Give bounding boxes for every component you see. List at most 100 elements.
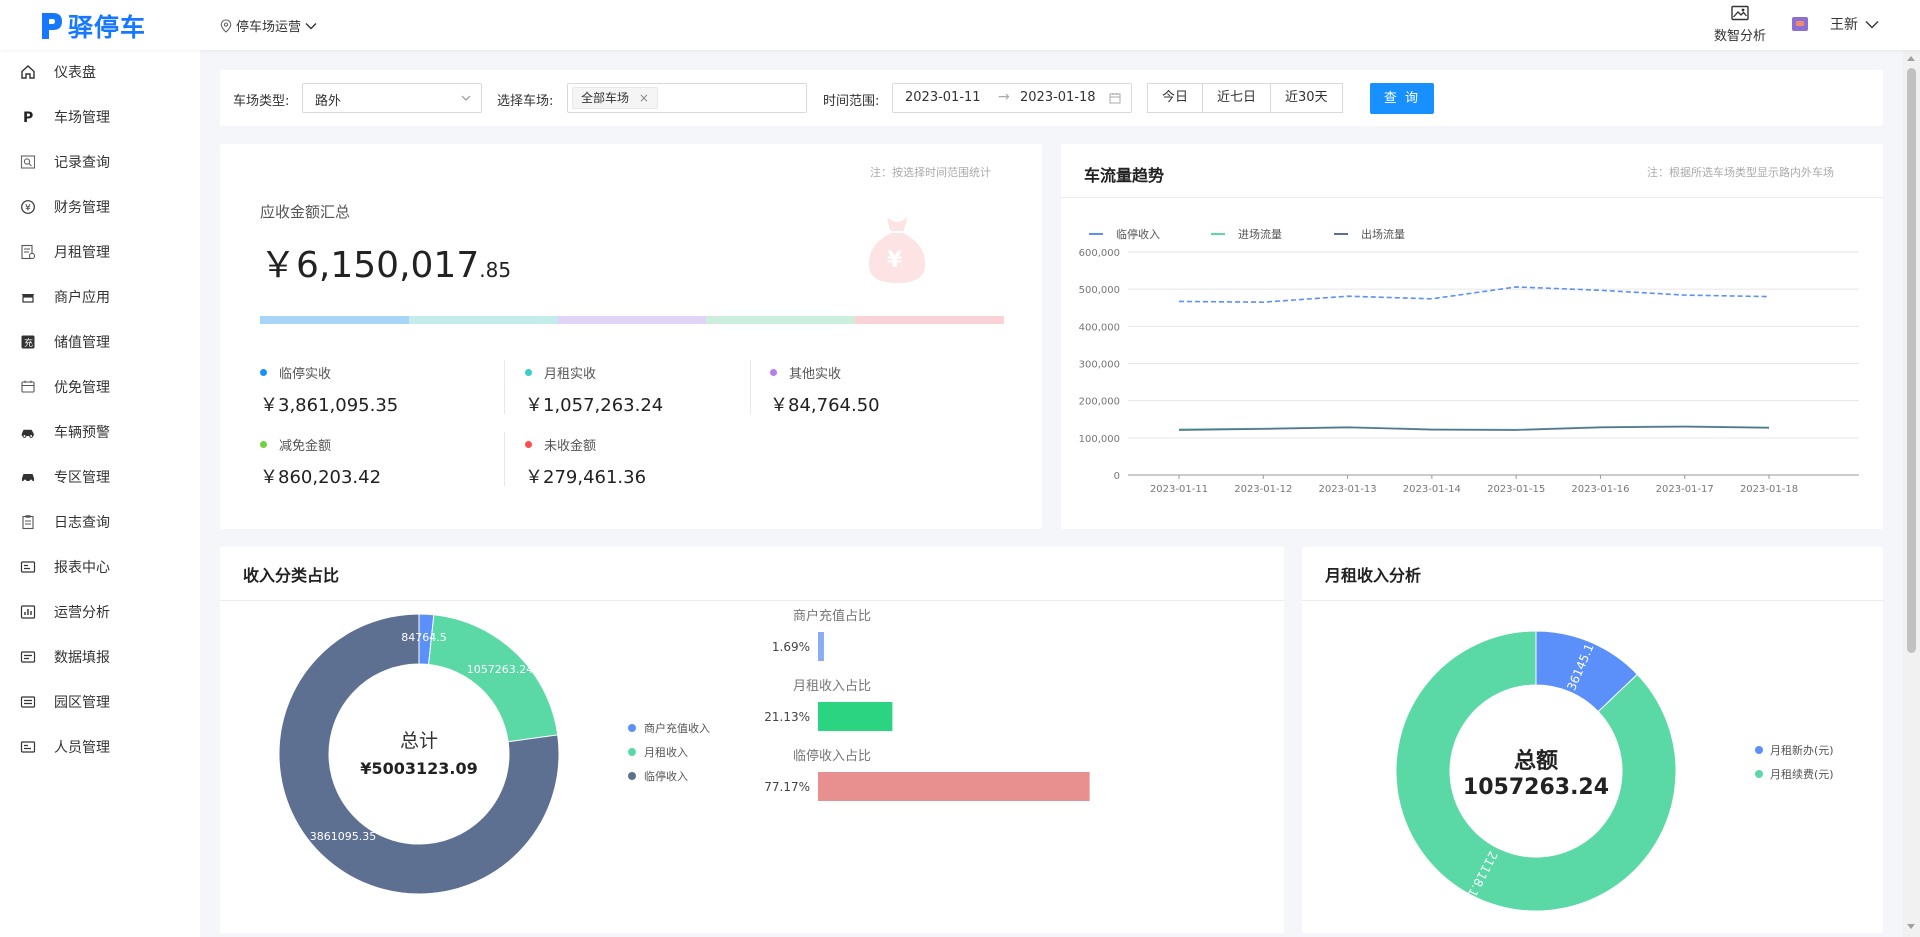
legend-dot — [260, 441, 267, 448]
trend-title: 车流量趋势 — [1084, 166, 1165, 185]
date-start[interactable]: 2023-01-11 — [905, 90, 981, 105]
sidebar-item-label: 数据填报 — [54, 650, 110, 666]
chevron-down-icon — [461, 95, 471, 101]
log-clipboard-icon — [20, 514, 36, 530]
y-tick-label: 400,000 — [1079, 322, 1120, 333]
parking-p-icon: P — [20, 109, 36, 125]
sidebar-item-operation-analysis[interactable]: 运营分析 — [0, 594, 200, 630]
svg-text:充: 充 — [24, 337, 33, 349]
legend-dot — [1755, 746, 1763, 754]
bar-analysis-icon — [20, 604, 36, 620]
slice-value-label: 1057263.24 — [467, 663, 533, 676]
x-tick-label: 2023-01-16 — [1571, 484, 1629, 495]
monthly-rent-icon — [20, 244, 36, 260]
stored-value-icon: 充 — [20, 334, 36, 350]
sidebar-item-monthly-rent[interactable]: 月租管理 — [0, 234, 200, 270]
svg-text:P: P — [23, 110, 33, 125]
slice-value-label: 84764.5 — [401, 631, 447, 644]
lot-multi-select[interactable]: 全部车场 × — [567, 83, 807, 113]
scroll-up-arrow-icon[interactable] — [1907, 56, 1915, 61]
legend-label: 进场流量 — [1238, 227, 1282, 241]
ratio-bar-percent: 1.69% — [772, 640, 810, 654]
legend-dot — [260, 369, 267, 376]
summary-color-bar — [260, 316, 1004, 324]
calendar-icon — [1109, 93, 1121, 104]
stat-unpaid: 未收金额 ￥279,461.36 — [525, 435, 646, 489]
page-scrollbar[interactable] — [1903, 50, 1920, 937]
sidebar-item-label: 车场管理 — [54, 110, 110, 126]
app-logo[interactable]: 驿停车 — [40, 8, 146, 44]
legend-label: 月租新办(元) — [1770, 743, 1834, 757]
sidebar-item-finance[interactable]: ¥ 财务管理 — [0, 189, 200, 225]
sidebar-item-stored-value[interactable]: 充 储值管理 — [0, 324, 200, 360]
legend-label: 临停收入 — [1116, 227, 1160, 241]
chevron-down-icon — [1865, 20, 1879, 28]
lot-type-label: 车场类型: — [233, 94, 290, 109]
today-button[interactable]: 今日 — [1147, 83, 1204, 113]
filter-bar: 车场类型: 路外 选择车场: 全部车场 × 时间范围: 2023-01-11 →… — [220, 70, 1883, 126]
sidebar-item-data-entry[interactable]: 数据填报 — [0, 639, 200, 675]
query-button[interactable]: 查 询 — [1370, 83, 1434, 114]
x-tick-label: 2023-01-17 — [1656, 484, 1714, 495]
sidebar-item-dashboard[interactable]: 仪表盘 — [0, 54, 200, 90]
top-bar: 驿停车 停车场运营 数智分析 王新 — [0, 0, 1920, 50]
data-analysis-button[interactable]: 数智分析 — [1705, 5, 1775, 44]
sidebar-item-zone[interactable]: 专区管理 — [0, 459, 200, 495]
lot-type-select[interactable]: 路外 — [302, 83, 482, 113]
x-tick-label: 2023-01-12 — [1234, 484, 1292, 495]
traffic-trend-card: 车流量趋势 注：根据所选车场类型显示路内外车场 临停收入 进场流量 出场流量 0 100… — [1061, 144, 1883, 529]
legend-dot — [770, 369, 777, 376]
user-menu[interactable]: 王新 — [1792, 14, 1879, 34]
sidebar-item-merchant[interactable]: 商户应用 — [0, 279, 200, 315]
image-analysis-icon — [1731, 5, 1749, 21]
parking-logo-icon — [42, 13, 62, 39]
tag-close-icon[interactable]: × — [639, 91, 649, 105]
sidebar-item-log[interactable]: 日志查询 — [0, 504, 200, 540]
coupon-icon — [20, 379, 36, 395]
donut-center-label: 总计 — [400, 730, 438, 752]
lot-selector-label: 停车场运营 — [236, 20, 302, 35]
ratio-bar — [818, 772, 1090, 801]
sidebar-item-report[interactable]: 报表中心 — [0, 549, 200, 585]
stat-label: 其他实收 — [789, 367, 842, 382]
tag-label: 全部车场 — [581, 91, 630, 105]
legend-label: 临停收入 — [644, 769, 688, 783]
date-end[interactable]: 2023-01-18 — [1020, 90, 1096, 105]
scroll-down-arrow-icon[interactable] — [1907, 924, 1915, 929]
currency-symbol: ￥ — [260, 245, 297, 286]
lot-selector[interactable]: 停车场运营 — [220, 16, 317, 35]
bar-segment — [260, 316, 409, 324]
sidebar-item-label: 人员管理 — [54, 740, 110, 756]
sidebar-item-lot-management[interactable]: P 车场管理 — [0, 99, 200, 135]
sidebar-item-coupon[interactable]: 优免管理 — [0, 369, 200, 405]
sidebar-item-label: 报表中心 — [54, 560, 110, 576]
legend-dot — [628, 772, 636, 780]
sidebar-item-vehicle-warning[interactable]: 车辆预警 — [0, 414, 200, 450]
bar-segment — [706, 316, 856, 324]
sidebar-item-label: 专区管理 — [54, 470, 110, 486]
y-tick-label: 0 — [1114, 471, 1120, 482]
stat-value: ￥860,203.42 — [260, 467, 382, 488]
stat-value: ￥279,461.36 — [525, 467, 647, 488]
stat-label: 未收金额 — [544, 439, 597, 454]
x-tick-label: 2023-01-14 — [1403, 484, 1461, 495]
search-record-icon — [20, 154, 36, 170]
selected-lot-tag[interactable]: 全部车场 × — [572, 87, 658, 109]
date-range-picker[interactable]: 2023-01-11 → 2023-01-18 — [892, 83, 1132, 113]
sidebar-item-park[interactable]: 园区管理 — [0, 684, 200, 720]
summary-total-amount: ￥6,150,017.85 — [260, 236, 511, 288]
car-warning-icon — [20, 424, 36, 440]
sidebar-item-label: 运营分析 — [54, 605, 110, 621]
scroll-thumb[interactable] — [1907, 68, 1916, 653]
svg-text:¥: ¥ — [887, 248, 903, 273]
legend-dot — [628, 748, 636, 756]
sidebar-item-label: 园区管理 — [54, 695, 110, 711]
receivable-summary-card: 注：按选择时间范围统计 应收金额汇总 ￥6,150,017.85 ¥ 临停实收 … — [220, 144, 1042, 529]
last-7-days-button[interactable]: 近七日 — [1202, 83, 1272, 113]
last-30-days-button[interactable]: 近30天 — [1270, 83, 1343, 113]
donut-slice-月租收入 — [428, 614, 559, 743]
ratio-bar-percent: 77.17% — [764, 780, 810, 794]
sidebar-item-record-query[interactable]: 记录查询 — [0, 144, 200, 180]
y-tick-label: 100,000 — [1079, 434, 1120, 445]
sidebar-item-staff[interactable]: 人员管理 — [0, 729, 200, 765]
